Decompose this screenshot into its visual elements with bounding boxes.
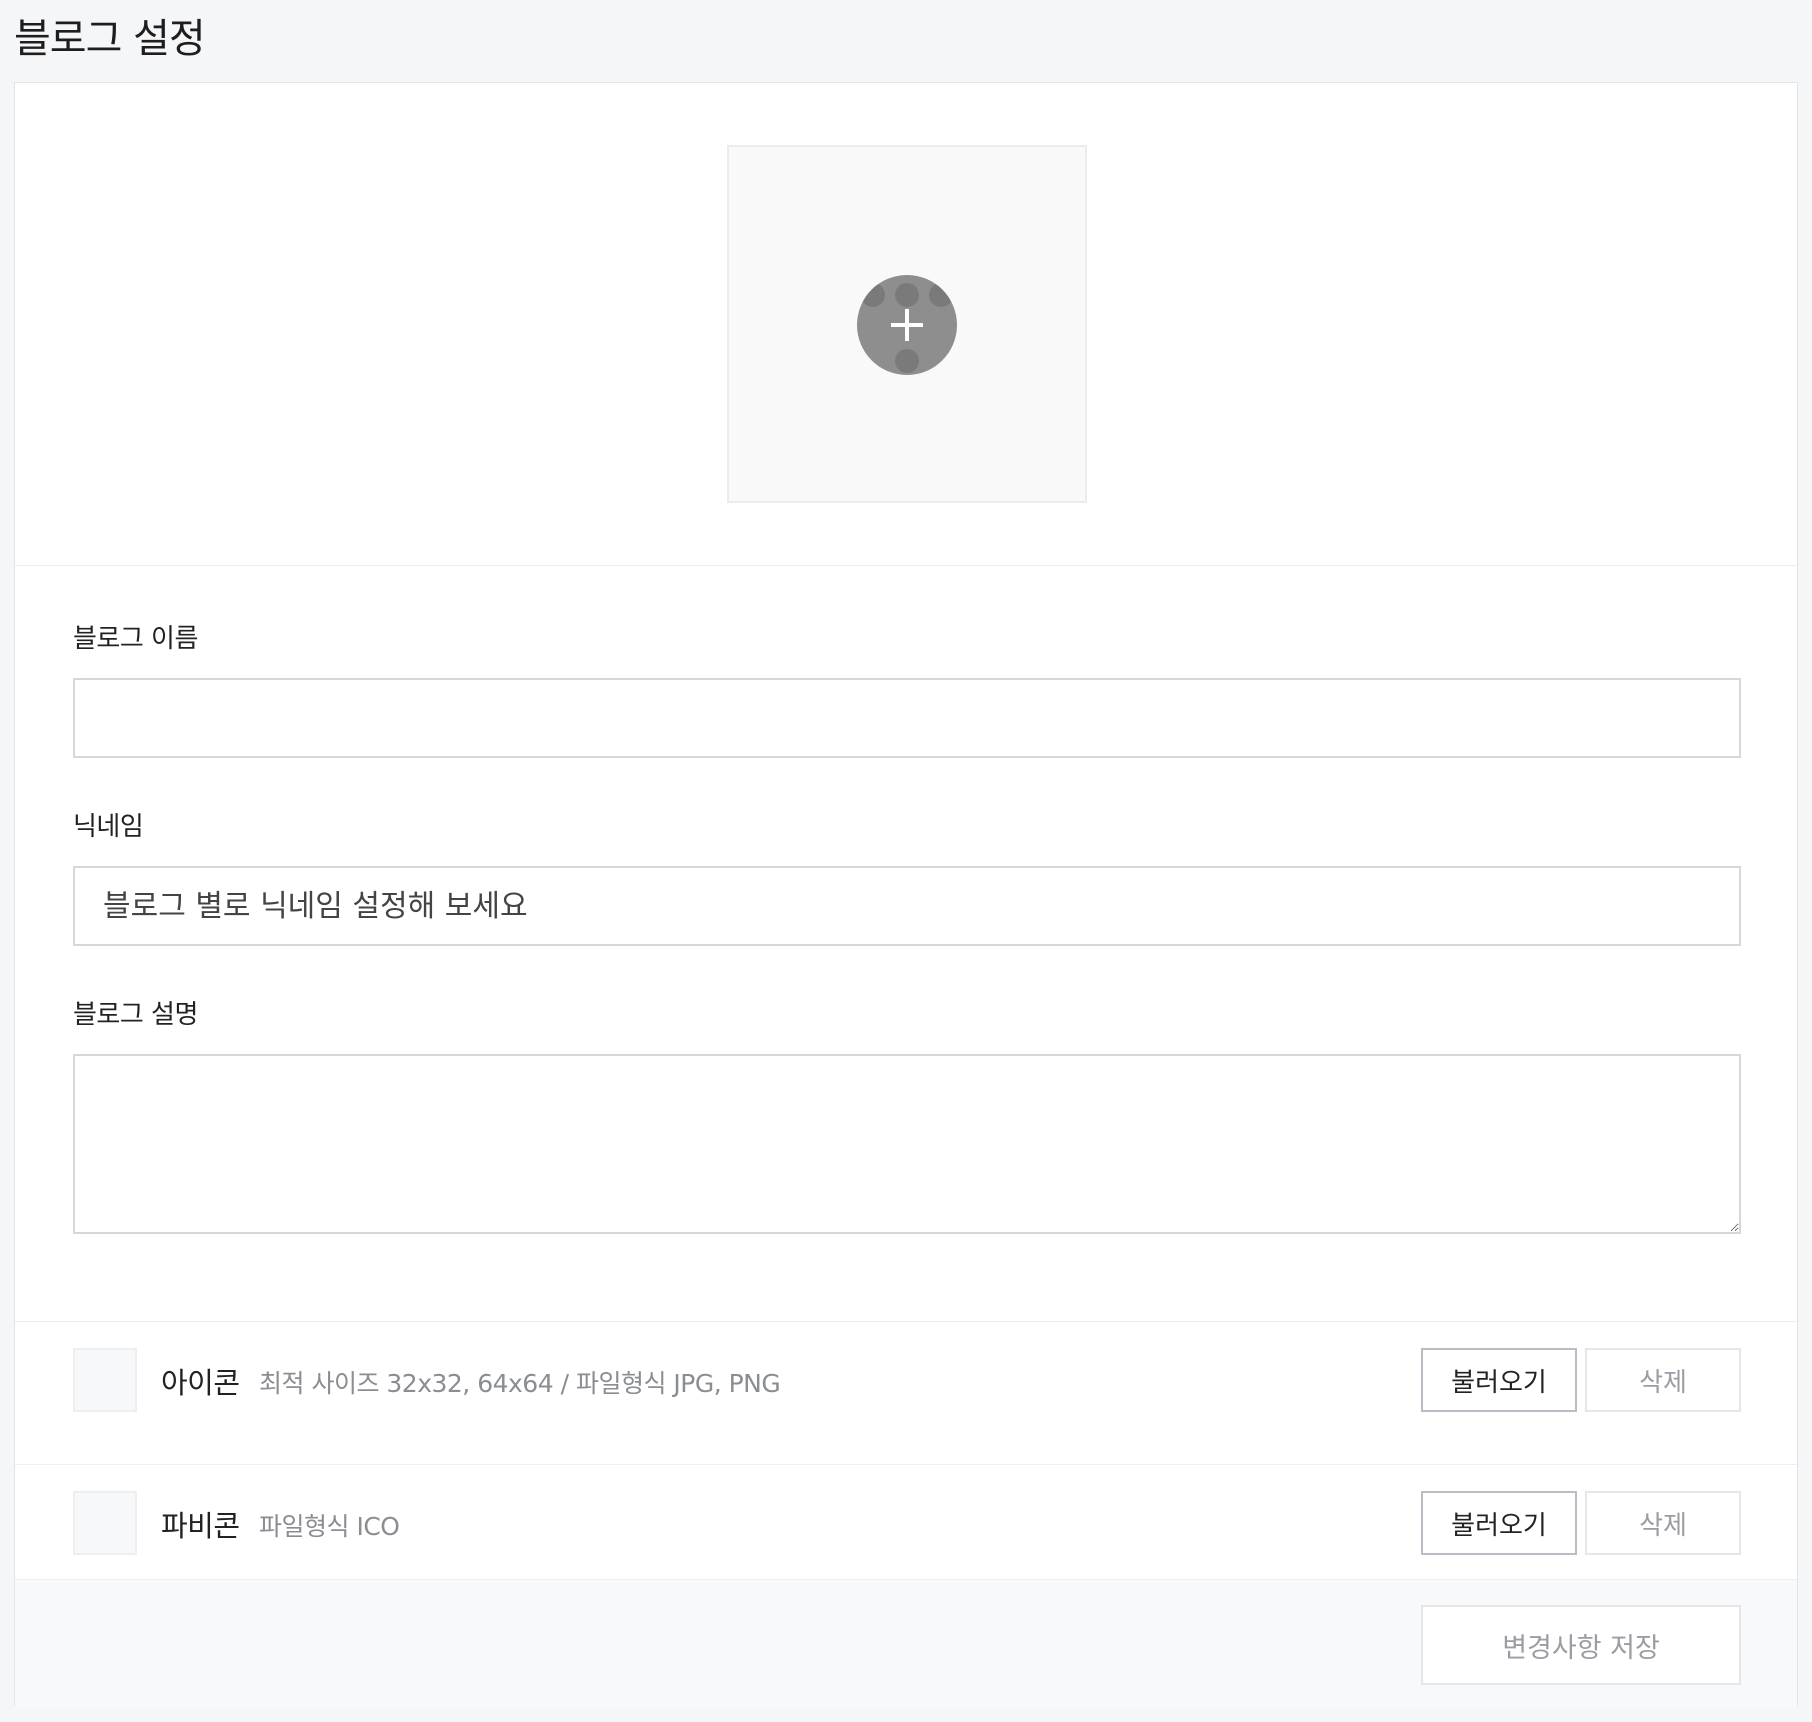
blog-description-label: 블로그 설명 bbox=[73, 1000, 198, 1030]
cover-image-section bbox=[15, 83, 1797, 566]
favicon-hint: 파일형식 ICO bbox=[259, 1512, 400, 1541]
icon-title: 아이콘 bbox=[161, 1366, 240, 1400]
nickname-input[interactable] bbox=[73, 866, 1741, 946]
favicon-row: 파비콘 파일형식 ICO 불러오기 삭제 bbox=[15, 1465, 1797, 1579]
plus-icon bbox=[891, 309, 923, 341]
nickname-label: 닉네임 bbox=[73, 812, 144, 842]
blog-name-label: 블로그 이름 bbox=[73, 624, 198, 654]
decorative-dot bbox=[861, 283, 885, 307]
favicon-load-button[interactable]: 불러오기 bbox=[1421, 1491, 1577, 1555]
icon-row: 아이콘 최적 사이즈 32x32, 64x64 / 파일형식 JPG, PNG … bbox=[15, 1322, 1797, 1465]
cover-image-upload[interactable] bbox=[727, 145, 1087, 503]
settings-card: 블로그 이름 닉네임 블로그 설명 아이콘 최적 사이즈 32x32, 64x6… bbox=[14, 82, 1798, 1708]
add-image-button[interactable] bbox=[857, 275, 957, 375]
blog-info-form: 블로그 이름 닉네임 블로그 설명 bbox=[15, 566, 1797, 1322]
icon-hint: 최적 사이즈 32x32, 64x64 / 파일형식 JPG, PNG bbox=[259, 1369, 781, 1398]
icon-delete-button[interactable]: 삭제 bbox=[1585, 1348, 1741, 1412]
decorative-dot bbox=[895, 283, 919, 307]
decorative-dot bbox=[929, 283, 953, 307]
favicon-title: 파비콘 bbox=[161, 1509, 240, 1543]
favicon-delete-button[interactable]: 삭제 bbox=[1585, 1491, 1741, 1555]
favicon-thumbnail bbox=[73, 1491, 137, 1555]
decorative-dot bbox=[895, 349, 919, 373]
icon-load-button[interactable]: 불러오기 bbox=[1421, 1348, 1577, 1412]
blog-name-input[interactable] bbox=[73, 678, 1741, 758]
blog-description-textarea[interactable] bbox=[73, 1054, 1741, 1234]
save-changes-button[interactable]: 변경사항 저장 bbox=[1421, 1605, 1741, 1685]
icon-thumbnail bbox=[73, 1348, 137, 1412]
footer-bar: 변경사항 저장 bbox=[15, 1579, 1797, 1708]
page-title: 블로그 설정 bbox=[14, 16, 206, 62]
